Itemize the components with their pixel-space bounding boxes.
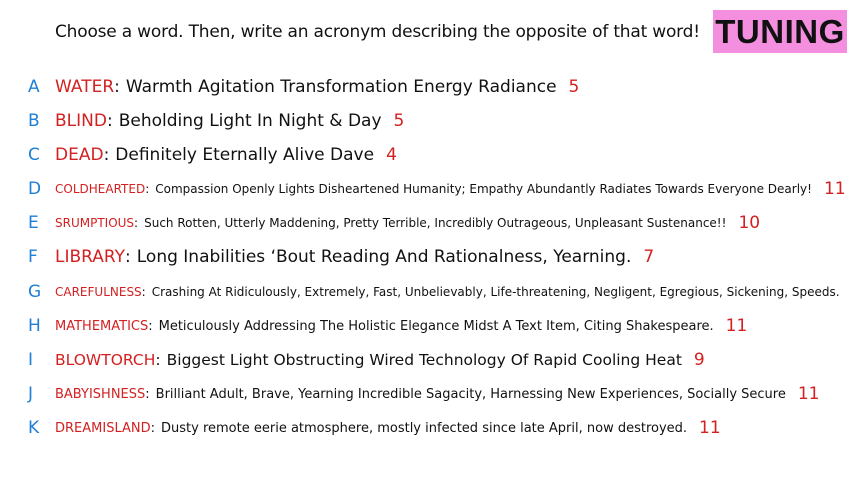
item-acronym: Warmth Agitation Transformation Energy R… bbox=[125, 77, 557, 97]
item-acronym: Brilliant Adult, Brave, Yearning Incredi… bbox=[155, 386, 786, 402]
item-word: DREAMISLAND bbox=[55, 420, 151, 436]
item-count: 5 bbox=[393, 111, 405, 131]
item-acronym: Beholding Light In Night & Day bbox=[118, 111, 382, 131]
item-colon: : bbox=[125, 247, 131, 267]
item-word: MATHEMATICS bbox=[55, 318, 149, 334]
item-letter: B bbox=[28, 111, 40, 131]
item-letter: G bbox=[28, 282, 42, 302]
item-letter: J bbox=[28, 384, 34, 404]
item-acronym: Definitely Eternally Alive Dave bbox=[115, 145, 375, 165]
item-colon: : bbox=[141, 285, 146, 299]
item-acronym: Such Rotten, Utterly Maddening, Pretty T… bbox=[144, 216, 727, 230]
item-colon: : bbox=[106, 111, 113, 131]
item-letter: A bbox=[28, 77, 40, 97]
item-word: BLOWTORCH bbox=[55, 351, 156, 369]
item-colon: : bbox=[155, 351, 161, 369]
item-letter: C bbox=[28, 145, 40, 165]
item-acronym: Crashing At Ridiculously, Extremely, Fas… bbox=[151, 285, 840, 299]
item-count: 10 bbox=[738, 213, 761, 233]
item-colon: : bbox=[145, 386, 150, 402]
item-word: COLDHEARTED bbox=[55, 182, 146, 196]
item-count: 11 bbox=[725, 316, 748, 336]
item-acronym: Meticulously Addressing The Holistic Ele… bbox=[158, 318, 714, 334]
tuning-badge: TUNING bbox=[713, 10, 847, 53]
item-word: LIBRARY bbox=[55, 247, 126, 267]
item-word: BABYISHNESS bbox=[55, 386, 146, 402]
item-count: 7 bbox=[643, 247, 655, 267]
item-letter: F bbox=[28, 247, 38, 267]
item-colon: : bbox=[134, 216, 139, 230]
item-letter: I bbox=[28, 350, 34, 370]
item-count: 4 bbox=[386, 145, 397, 165]
item-word: CAREFULNESS bbox=[55, 285, 142, 299]
item-count: 11 bbox=[699, 418, 721, 438]
item-count: 11 bbox=[823, 179, 846, 199]
item-count: 9 bbox=[693, 350, 705, 370]
item-word: BLIND bbox=[55, 111, 107, 131]
item-colon: : bbox=[150, 420, 156, 436]
item-colon: : bbox=[103, 145, 110, 165]
instruction-text: Choose a word. Then, write an acronym de… bbox=[55, 22, 700, 42]
item-colon: : bbox=[145, 182, 150, 196]
item-acronym: Compassion Openly Lights Disheartened Hu… bbox=[155, 182, 812, 196]
item-letter: H bbox=[28, 316, 41, 336]
item-acronym: Dusty remote eerie atmosphere, mostly in… bbox=[161, 420, 688, 436]
item-count: 11 bbox=[797, 384, 820, 404]
item-word: SRUMPTIOUS bbox=[55, 216, 135, 230]
item-letter: D bbox=[28, 179, 42, 199]
item-acronym: Long Inabilities ‘Bout Reading And Ratio… bbox=[136, 247, 632, 267]
item-colon: : bbox=[114, 77, 120, 97]
item-colon: : bbox=[148, 318, 153, 334]
item-acronym: Biggest Light Obstructing Wired Technolo… bbox=[166, 351, 682, 369]
item-word: WATER bbox=[55, 77, 115, 97]
tuning-badge-label: TUNING bbox=[715, 12, 845, 50]
item-word: DEAD bbox=[55, 145, 104, 165]
item-letter: K bbox=[28, 418, 40, 438]
item-count: 5 bbox=[568, 77, 580, 97]
item-letter: E bbox=[28, 213, 39, 233]
